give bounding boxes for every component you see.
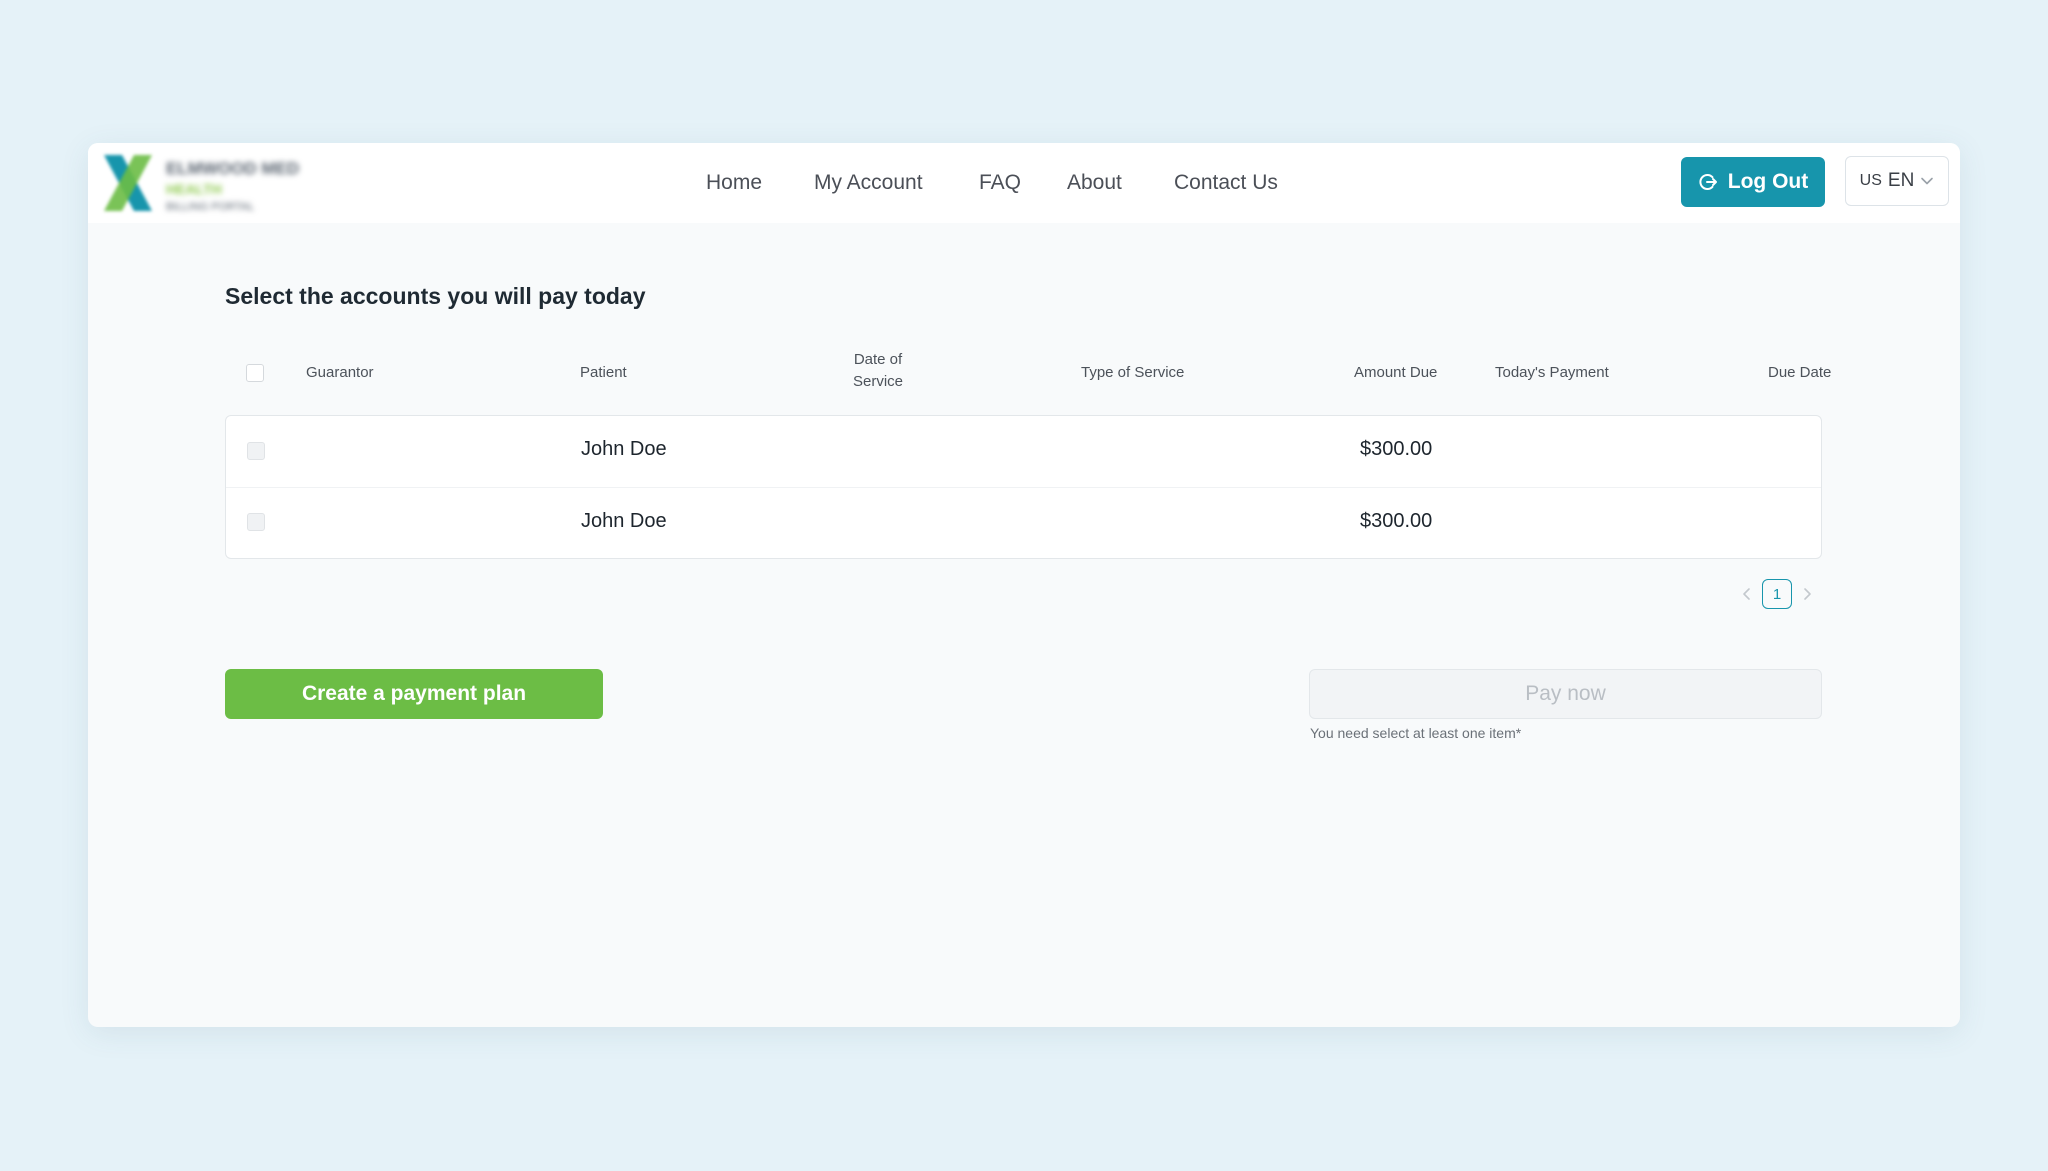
chevron-down-icon (1921, 177, 1934, 185)
flag-icon: US (1859, 172, 1882, 189)
chevron-left-icon[interactable] (1740, 583, 1754, 605)
create-payment-plan-button[interactable]: Create a payment plan (225, 669, 603, 719)
cell-amount-due: $300.00 (1360, 438, 1433, 460)
accounts-table: John Doe $300.00 John Doe $300.00 (225, 415, 1822, 559)
column-header-date-of-service: Date of Service (853, 349, 903, 393)
logout-label: Log Out (1727, 170, 1809, 193)
column-header-date-line1: Date of (853, 351, 903, 368)
table-row[interactable]: John Doe $300.00 (226, 416, 1821, 486)
main-nav: Home My Account FAQ About Contact Us (88, 143, 1960, 223)
nav-link-about[interactable]: About (1067, 171, 1122, 195)
logout-button[interactable]: Log Out (1681, 157, 1825, 207)
column-header-amount-due: Amount Due (1354, 364, 1438, 381)
top-navbar: ELMWOOD MED HEALTH BILLING PORTAL Home M… (88, 143, 1960, 223)
column-header-date-line2: Service (853, 373, 904, 390)
cell-patient: John Doe (581, 510, 667, 532)
cell-amount-due: $300.00 (1360, 510, 1433, 532)
language-code: EN (1887, 170, 1915, 191)
table-row[interactable]: John Doe $300.00 (226, 487, 1821, 558)
language-select[interactable]: US EN (1845, 156, 1949, 206)
nav-link-contact-us[interactable]: Contact Us (1174, 171, 1278, 195)
page-title: Select the accounts you will pay today (225, 283, 646, 309)
nav-link-faq[interactable]: FAQ (979, 171, 1021, 195)
chevron-right-icon[interactable] (1800, 583, 1814, 605)
pagination: 1 (1740, 579, 1820, 609)
column-header-guarantor: Guarantor (306, 364, 374, 381)
column-header-type-of-service: Type of Service (1081, 364, 1185, 381)
page-number-current[interactable]: 1 (1762, 579, 1792, 609)
nav-link-my-account[interactable]: My Account (814, 171, 923, 195)
app-window: ELMWOOD MED HEALTH BILLING PORTAL Home M… (88, 143, 1960, 1027)
nav-link-home[interactable]: Home (706, 171, 762, 195)
table-header: Guarantor Patient Date of Service Type o… (225, 343, 1831, 403)
column-header-patient: Patient (580, 364, 627, 381)
column-header-todays-payment: Today's Payment (1495, 364, 1609, 381)
pay-now-button[interactable]: Pay now (1309, 669, 1822, 719)
column-header-due-date: Due Date (1768, 364, 1832, 381)
row-checkbox[interactable] (247, 513, 265, 531)
row-checkbox[interactable] (247, 442, 265, 460)
logout-icon (1699, 174, 1717, 190)
pay-now-hint: You need select at least one item* (1310, 725, 1522, 741)
select-all-checkbox[interactable] (246, 364, 264, 382)
cell-patient: John Doe (581, 438, 667, 460)
